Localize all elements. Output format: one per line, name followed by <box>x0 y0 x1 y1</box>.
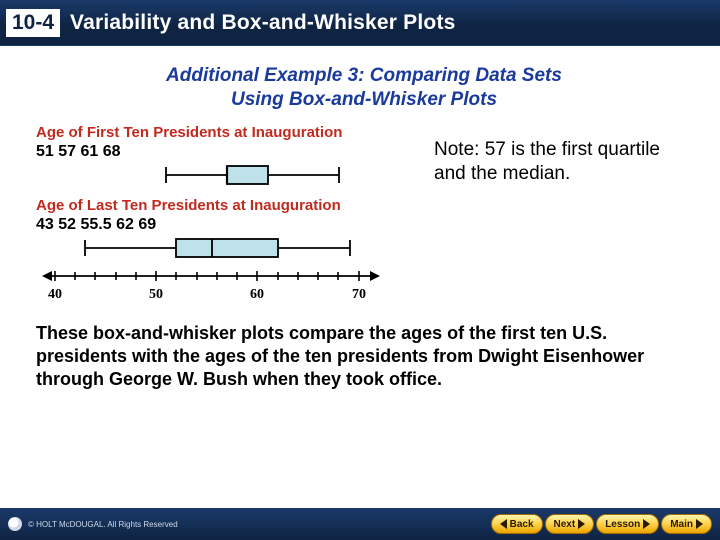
section-number: 10-4 <box>6 9 60 37</box>
chart2-med: 55.5 <box>81 216 112 233</box>
chart1-min: 51 <box>36 143 54 160</box>
subtitle-line-1: Additional Example 3: Comparing Data Set… <box>166 65 562 86</box>
content-area: Additional Example 3: Comparing Data Set… <box>0 46 720 402</box>
lesson-button[interactable]: Lesson <box>596 514 659 534</box>
chart2-q1: 52 <box>58 216 76 233</box>
chart2-min: 43 <box>36 216 54 233</box>
chart1-values: 51 57 61 68 <box>36 143 396 161</box>
chart1-boxplot <box>36 161 396 189</box>
chart2-boxplot <box>36 234 396 262</box>
number-line-axis: 40 50 60 70 <box>36 262 396 304</box>
chart2-q3: 62 <box>116 216 134 233</box>
figure-row: Age of First Ten Presidents at Inaugurat… <box>36 124 692 304</box>
chart2-values: 43 52 55.5 62 69 <box>36 216 396 234</box>
copyright: © HOLT McDOUGAL. All Rights Reserved <box>8 517 178 531</box>
triangle-right-icon <box>696 519 703 529</box>
main-button[interactable]: Main <box>661 514 712 534</box>
box-plots-figure: Age of First Ten Presidents at Inaugurat… <box>36 124 416 304</box>
next-label: Next <box>554 519 576 530</box>
main-label: Main <box>670 519 693 530</box>
lesson-label: Lesson <box>605 519 640 530</box>
chart2-max: 69 <box>138 216 156 233</box>
page-title: Variability and Box-and-Whisker Plots <box>70 11 455 35</box>
back-label: Back <box>510 519 534 530</box>
chart1-q1: 57 <box>58 143 76 160</box>
axis-tick-40: 40 <box>48 287 62 302</box>
axis-tick-50: 50 <box>149 287 163 302</box>
triangle-right-icon <box>578 519 585 529</box>
back-button[interactable]: Back <box>491 514 543 534</box>
chart1-title: Age of First Ten Presidents at Inaugurat… <box>36 124 416 141</box>
nav-buttons: Back Next Lesson Main <box>491 514 712 534</box>
subtitle: Additional Example 3: Comparing Data Set… <box>36 64 692 112</box>
chart2-title: Age of Last Ten Presidents at Inaugurati… <box>36 197 416 214</box>
note-text: Note: 57 is the first quartile and the m… <box>434 124 692 304</box>
subtitle-line-2: Using Box-and-Whisker Plots <box>231 89 497 110</box>
triangle-right-icon <box>643 519 650 529</box>
chart1-max: 68 <box>103 143 121 160</box>
chart1-q3: 61 <box>81 143 99 160</box>
axis-tick-70: 70 <box>352 287 366 302</box>
header-bar: 10-4 Variability and Box-and-Whisker Plo… <box>0 0 720 46</box>
publisher-logo-icon <box>8 517 22 531</box>
copyright-text: © HOLT McDOUGAL. All Rights Reserved <box>28 520 178 529</box>
next-button[interactable]: Next <box>545 514 595 534</box>
body-paragraph: These box-and-whisker plots compare the … <box>36 322 692 392</box>
triangle-left-icon <box>500 519 507 529</box>
footer-bar: © HOLT McDOUGAL. All Rights Reserved Bac… <box>0 508 720 540</box>
axis-tick-60: 60 <box>250 287 264 302</box>
